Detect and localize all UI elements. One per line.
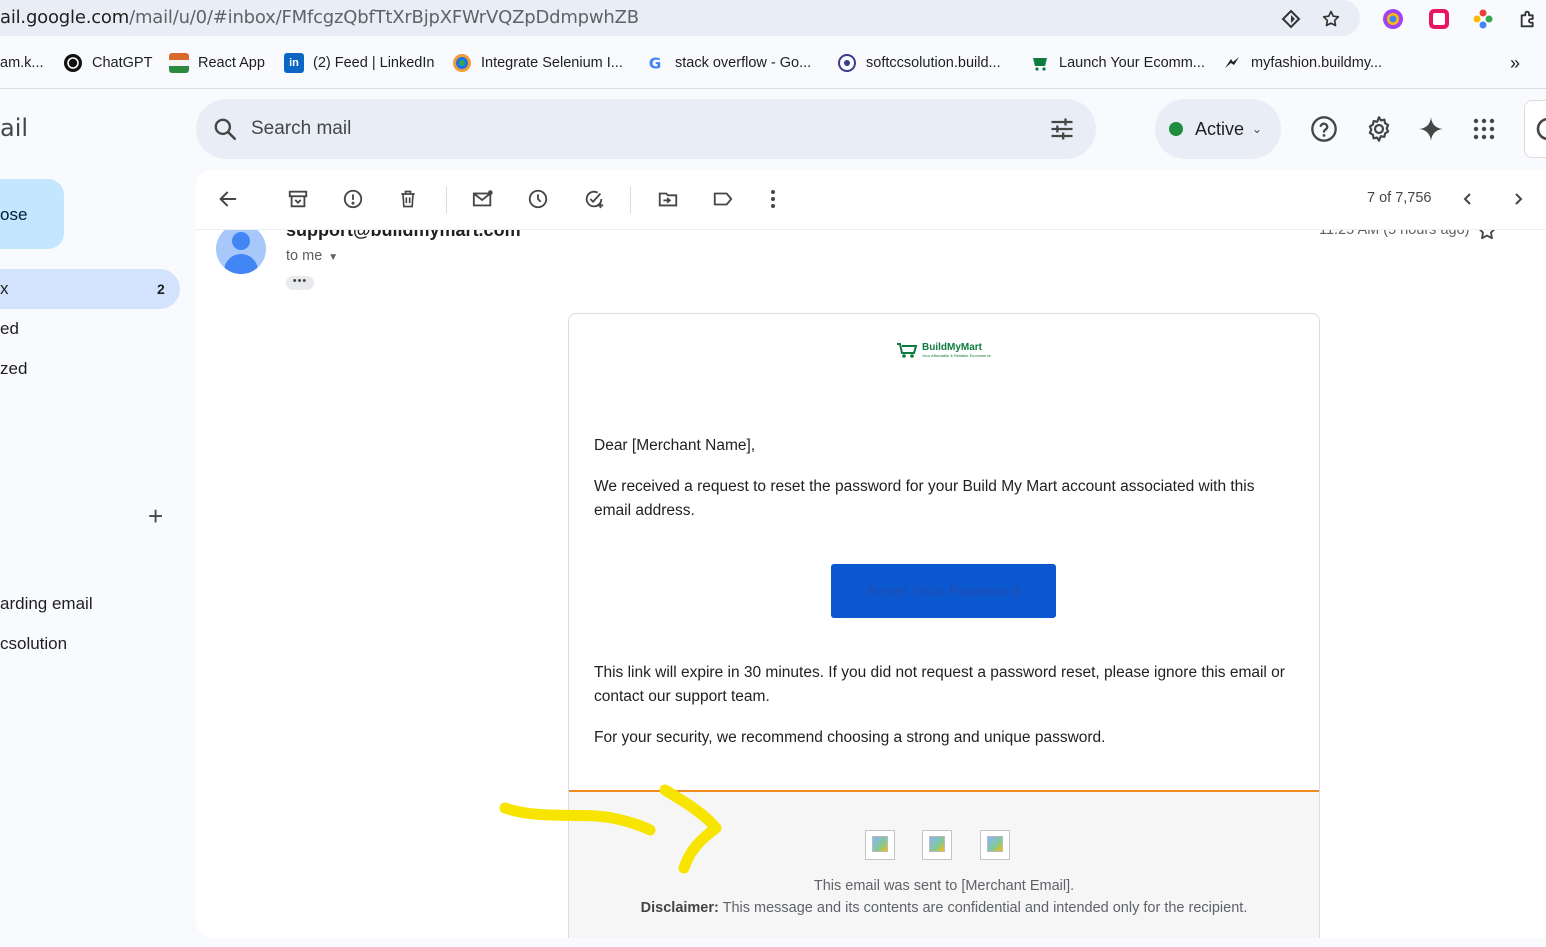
bookmark-item[interactable]: softccsolution.build... (837, 52, 1001, 74)
email-paragraph: We received a request to reset the passw… (594, 478, 1255, 519)
footer-disclaimer: Disclaimer: This message and its content… (640, 900, 1248, 916)
bookmark-item[interactable]: Launch Your Ecomm... (1030, 52, 1205, 74)
chevron-down-icon: ⌄ (1252, 122, 1263, 136)
sidebar-label[interactable]: arding email (0, 594, 93, 614)
mark-unread-icon[interactable] (471, 187, 495, 211)
add-task-icon[interactable] (582, 187, 606, 211)
search-icon[interactable] (212, 116, 238, 142)
svg-text:G: G (649, 54, 662, 72)
email-paragraph: This link will expire in 30 minutes. If … (594, 664, 1285, 705)
label-icon[interactable] (711, 187, 735, 211)
divider (630, 186, 631, 214)
apps-grid-icon[interactable] (1469, 114, 1499, 144)
status-label: Active (1195, 118, 1245, 139)
bookmark-item[interactable]: am.k... (0, 52, 44, 74)
delete-icon[interactable] (396, 187, 420, 211)
active-status-dot (1169, 122, 1183, 136)
footer-sent-to: This email was sent to [Merchant Email]. (813, 878, 1075, 894)
broken-image-icon[interactable] (922, 830, 952, 860)
softcc-icon (837, 53, 857, 73)
buildmymart-logo[interactable]: BuildMyMart Your Affordable & Reliable E… (896, 338, 996, 362)
broken-image-icon[interactable] (980, 830, 1010, 860)
extension-icon[interactable] (1426, 6, 1452, 32)
bookmark-item[interactable]: myfashion.buildmy... (1222, 52, 1382, 74)
sidebar-item-label: ed (0, 319, 19, 338)
extension-icon[interactable] (1380, 6, 1406, 32)
avatar[interactable] (216, 224, 266, 274)
caret-down-icon: ▼ (328, 252, 339, 263)
linkedin-icon: in (284, 53, 304, 73)
gemini-sparkle-icon[interactable] (1416, 114, 1446, 144)
more-vert-icon[interactable] (761, 187, 785, 211)
bookmark-star-icon[interactable] (1320, 8, 1342, 30)
status-dropdown[interactable]: Active ⌄ (1155, 99, 1281, 159)
sidebar-item-snoozed[interactable]: zed (0, 349, 27, 389)
url-text[interactable]: ail.google.com/mail/u/0/#inbox/FMfcgzQbf… (0, 7, 639, 28)
email-body: BuildMyMart Your Affordable & Reliable E… (568, 313, 1320, 938)
divider (446, 186, 447, 214)
selenium-icon (452, 53, 472, 73)
gmail-logo[interactable]: ail (0, 114, 28, 142)
sidebar-label[interactable]: csolution (0, 634, 67, 654)
bookmarks-bar: am.k... ChatGPT React App in (2) Feed | … (0, 44, 1546, 82)
extension-icon[interactable] (1470, 6, 1496, 32)
compose-button[interactable]: ose (0, 179, 64, 249)
address-bar[interactable]: ail.google.com/mail/u/0/#inbox/FMfcgzQbf… (0, 0, 1360, 36)
google-icon: G (646, 53, 666, 73)
divider (0, 88, 1546, 89)
sidebar-item-label: x (0, 279, 9, 298)
install-app-icon[interactable] (1280, 8, 1302, 30)
bookmark-item[interactable]: Integrate Selenium I... (452, 52, 623, 74)
move-to-icon[interactable] (656, 187, 680, 211)
pagination-count: 7 of 7,756 (1367, 190, 1432, 206)
react-app-icon (169, 53, 189, 73)
broken-image-icon[interactable] (865, 830, 895, 860)
help-icon[interactable] (1309, 114, 1339, 144)
add-label-button[interactable]: + (148, 503, 163, 529)
sidebar-item-label: zed (0, 359, 28, 378)
recipient-dropdown[interactable]: to me ▼ (286, 248, 338, 264)
message-toolbar: 7 of 7,756 (196, 170, 1546, 230)
search-bar[interactable]: Search mail (196, 99, 1096, 159)
search-input[interactable]: Search mail (251, 118, 351, 140)
message-header: support@buildmymart.com to me ▼ ••• 11:25… (216, 220, 1546, 300)
back-arrow-icon[interactable] (216, 187, 240, 211)
buildmymart-icon (1030, 53, 1050, 73)
account-button[interactable] (1524, 100, 1546, 158)
bookmarks-overflow-button[interactable]: » (1510, 52, 1520, 74)
email-greeting: Dear [Merchant Name], (594, 437, 756, 454)
message-panel: 7 of 7,756 support@buildmymart.com to me… (196, 170, 1546, 938)
chatgpt-icon (63, 53, 83, 73)
bookmark-item[interactable]: in (2) Feed | LinkedIn (284, 52, 434, 74)
reset-password-button[interactable]: Reset Your Password (831, 564, 1056, 618)
unread-count: 2 (157, 281, 165, 297)
puzzle-icon[interactable] (1516, 6, 1542, 32)
sidebar-item-inbox[interactable]: x 2 (0, 269, 180, 309)
fashion-icon (1222, 53, 1242, 73)
search-options-icon[interactable] (1048, 115, 1076, 143)
bookmark-item[interactable]: G stack overflow - Go... (646, 52, 811, 74)
archive-icon[interactable] (286, 187, 310, 211)
show-trimmed-button[interactable]: ••• (286, 276, 314, 290)
snooze-clock-icon[interactable] (526, 187, 550, 211)
report-spam-icon[interactable] (341, 187, 365, 211)
email-footer: This email was sent to [Merchant Email].… (569, 792, 1319, 938)
chevron-left-icon[interactable] (1456, 187, 1480, 211)
gear-icon[interactable] (1364, 114, 1394, 144)
bookmark-item[interactable]: React App (169, 52, 265, 74)
bookmark-item[interactable]: ChatGPT (63, 52, 152, 74)
cart-icon (897, 343, 918, 358)
email-paragraph: For your security, we recommend choosing… (594, 729, 1106, 746)
sidebar-item-starred[interactable]: ed (0, 309, 19, 349)
chevron-right-icon[interactable] (1506, 187, 1530, 211)
